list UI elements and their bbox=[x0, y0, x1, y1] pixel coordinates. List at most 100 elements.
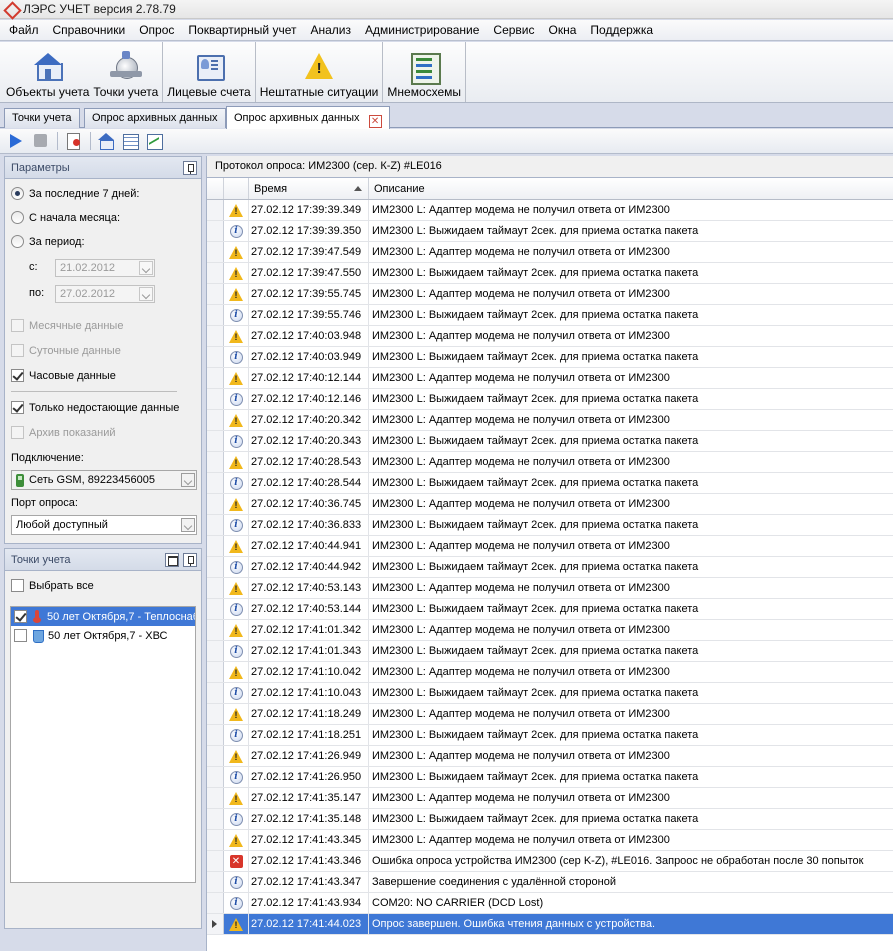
table-row[interactable]: 27.02.12 17:41:01.342ИМ2300 L: Адаптер м… bbox=[207, 620, 893, 641]
checkbox[interactable] bbox=[11, 344, 24, 357]
row-indicator[interactable] bbox=[207, 641, 224, 661]
check-missing-only[interactable]: Только недостающие данные bbox=[11, 401, 179, 414]
tab-points[interactable]: Точки учета bbox=[4, 108, 80, 128]
checkbox[interactable] bbox=[11, 401, 24, 414]
points-button[interactable]: Точки учета bbox=[91, 42, 160, 102]
row-indicator[interactable] bbox=[207, 746, 224, 766]
row-indicator[interactable] bbox=[207, 809, 224, 829]
table-row[interactable]: i 27.02.12 17:41:43.347 Завершение соедине… bbox=[207, 872, 893, 893]
table-row[interactable]: 27.02.12 17:39:47.550ИМ2300 L: Выжидаем … bbox=[207, 263, 893, 284]
row-indicator[interactable] bbox=[207, 725, 224, 745]
chevron-down-icon[interactable] bbox=[181, 473, 195, 487]
desc-column-header[interactable]: Описание bbox=[369, 178, 893, 199]
row-indicator[interactable] bbox=[207, 788, 224, 808]
menu-file[interactable]: Файл bbox=[2, 21, 46, 39]
tab-archive-poll-2[interactable]: Опрос архивных данных ✕ bbox=[226, 106, 390, 129]
row-indicator[interactable] bbox=[207, 578, 224, 598]
check-monthly[interactable]: Месячные данные bbox=[11, 319, 123, 332]
table-row[interactable]: i 27.02.12 17:41:10.043 ИМ2300 L: Выжидаем… bbox=[207, 683, 893, 704]
table-row[interactable]: 27.02.12 17:41:18.249ИМ2300 L: Адаптер м… bbox=[207, 704, 893, 725]
row-indicator[interactable] bbox=[207, 494, 224, 514]
row-indicator[interactable] bbox=[207, 599, 224, 619]
type-column-header[interactable] bbox=[224, 178, 249, 199]
radio-month-start[interactable]: С начала месяца: bbox=[11, 211, 120, 224]
table-row[interactable]: 27.02.12 17:41:10.042ИМ2300 L: Адаптер м… bbox=[207, 662, 893, 683]
row-indicator[interactable] bbox=[207, 557, 224, 577]
objects-button[interactable]: Объекты учета bbox=[4, 42, 91, 102]
row-indicator[interactable] bbox=[207, 893, 224, 913]
checkbox[interactable] bbox=[14, 610, 27, 623]
row-indicator[interactable] bbox=[207, 872, 224, 892]
tree-item-cold-water[interactable]: 50 лет Октября,7 - ХВС bbox=[11, 626, 195, 645]
emergency-button[interactable]: ! Нештатные ситуации bbox=[258, 42, 381, 102]
menu-poll[interactable]: Опрос bbox=[132, 21, 181, 39]
checkbox[interactable] bbox=[11, 426, 24, 439]
table-row[interactable]: i 27.02.12 17:41:26.950 ИМ2300 L: Выжидаем… bbox=[207, 767, 893, 788]
row-indicator[interactable] bbox=[207, 284, 224, 304]
table-row[interactable]: 27.02.12 17:41:43.345ИМ2300 L: Адаптер м… bbox=[207, 830, 893, 851]
row-indicator[interactable] bbox=[207, 767, 224, 787]
table-row[interactable]: 27.02.12 17:40:03.948ИМ2300 L: Адаптер м… bbox=[207, 326, 893, 347]
table-row[interactable]: i 27.02.12 17:41:18.251 ИМ2300 L: Выжидаем… bbox=[207, 725, 893, 746]
menu-support[interactable]: Поддержка bbox=[583, 21, 660, 39]
row-indicator[interactable] bbox=[207, 536, 224, 556]
pin-icon[interactable] bbox=[183, 553, 197, 567]
table-row[interactable]: i 27.02.12 17:40:28.544 ИМ2300 L: Выжидаем… bbox=[207, 473, 893, 494]
tab-archive-poll-1[interactable]: Опрос архивных данных bbox=[84, 108, 226, 128]
checkbox[interactable] bbox=[14, 629, 27, 642]
report-icon[interactable] bbox=[62, 131, 84, 151]
row-indicator[interactable] bbox=[207, 620, 224, 640]
radio-last7[interactable]: За последние 7 дней: bbox=[11, 187, 139, 200]
connection-select[interactable]: Сеть GSM, 89223456005 bbox=[11, 470, 197, 490]
radio-button[interactable] bbox=[11, 211, 24, 224]
check-select-all[interactable]: Выбрать все bbox=[11, 579, 94, 592]
table-row[interactable]: i 27.02.12 17:40:20.343 ИМ2300 L: Выжидаем… bbox=[207, 431, 893, 452]
table-icon[interactable] bbox=[119, 131, 141, 151]
checkbox[interactable] bbox=[11, 369, 24, 382]
radio-button[interactable] bbox=[11, 187, 24, 200]
table-row[interactable]: 27.02.12 17:40:36.745ИМ2300 L: Адаптер м… bbox=[207, 494, 893, 515]
row-indicator[interactable] bbox=[207, 452, 224, 472]
table-row[interactable]: 27.02.12 17:39:55.745ИМ2300 L: Адаптер м… bbox=[207, 284, 893, 305]
port-select[interactable]: Любой доступный bbox=[11, 515, 197, 535]
row-indicator[interactable] bbox=[207, 221, 224, 241]
table-row[interactable]: i 27.02.12 17:39:55.746 ИМ2300 L: Выжидаем… bbox=[207, 305, 893, 326]
menu-apartment-accounting[interactable]: Поквартирный учет bbox=[181, 21, 303, 39]
row-indicator[interactable] bbox=[207, 410, 224, 430]
row-indicator[interactable] bbox=[207, 200, 224, 220]
chevron-down-icon[interactable] bbox=[139, 261, 153, 275]
row-indicator[interactable] bbox=[207, 368, 224, 388]
chevron-down-icon[interactable] bbox=[139, 287, 153, 301]
table-row[interactable]: ✕ 27.02.12 17:41:43.346 Ошибка опроса устр… bbox=[207, 851, 893, 872]
row-indicator[interactable] bbox=[207, 851, 224, 871]
checkbox[interactable] bbox=[11, 579, 24, 592]
radio-button[interactable] bbox=[11, 235, 24, 248]
table-row[interactable]: i 27.02.12 17:39:39.350 ИМ2300 L: Выжидаем… bbox=[207, 221, 893, 242]
chart-icon[interactable] bbox=[143, 131, 165, 151]
row-indicator[interactable] bbox=[207, 347, 224, 367]
table-row[interactable]: i 27.02.12 17:40:12.146 ИМ2300 L: Выжидаем… bbox=[207, 389, 893, 410]
table-row[interactable]: 27.02.12 17:40:12.144ИМ2300 L: Адаптер м… bbox=[207, 368, 893, 389]
menu-service[interactable]: Сервис bbox=[486, 21, 541, 39]
object-icon[interactable] bbox=[95, 131, 117, 151]
row-indicator[interactable] bbox=[207, 263, 224, 283]
row-indicator[interactable] bbox=[207, 389, 224, 409]
start-poll-icon[interactable] bbox=[5, 131, 27, 151]
to-date-input[interactable]: 27.02.2012 bbox=[55, 285, 155, 303]
window-icon[interactable] bbox=[165, 553, 179, 567]
row-indicator[interactable] bbox=[207, 515, 224, 535]
table-row[interactable]: 27.02.12 17:40:44.941ИМ2300 L: Адаптер м… bbox=[207, 536, 893, 557]
row-indicator[interactable] bbox=[207, 830, 224, 850]
radio-period[interactable]: За период: bbox=[11, 235, 85, 248]
table-row[interactable]: 27.02.12 17:41:35.147ИМ2300 L: Адаптер м… bbox=[207, 788, 893, 809]
table-row[interactable]: 27.02.12 17:41:44.023Опрос завершен. Оши… bbox=[207, 914, 893, 935]
time-column-header[interactable]: Время bbox=[249, 178, 369, 199]
menu-analysis[interactable]: Анализ bbox=[303, 21, 358, 39]
row-indicator[interactable] bbox=[207, 662, 224, 682]
check-archive[interactable]: Архив показаний bbox=[11, 426, 116, 439]
table-row[interactable]: i 27.02.12 17:40:53.144 ИМ2300 L: Выжидаем… bbox=[207, 599, 893, 620]
table-row[interactable]: 27.02.12 17:39:39.349ИМ2300 L: Адаптер м… bbox=[207, 200, 893, 221]
stop-poll-icon[interactable] bbox=[29, 131, 51, 151]
table-row[interactable]: i 27.02.12 17:41:01.343 ИМ2300 L: Выжидаем… bbox=[207, 641, 893, 662]
accounts-button[interactable]: Лицевые счета bbox=[165, 42, 252, 102]
